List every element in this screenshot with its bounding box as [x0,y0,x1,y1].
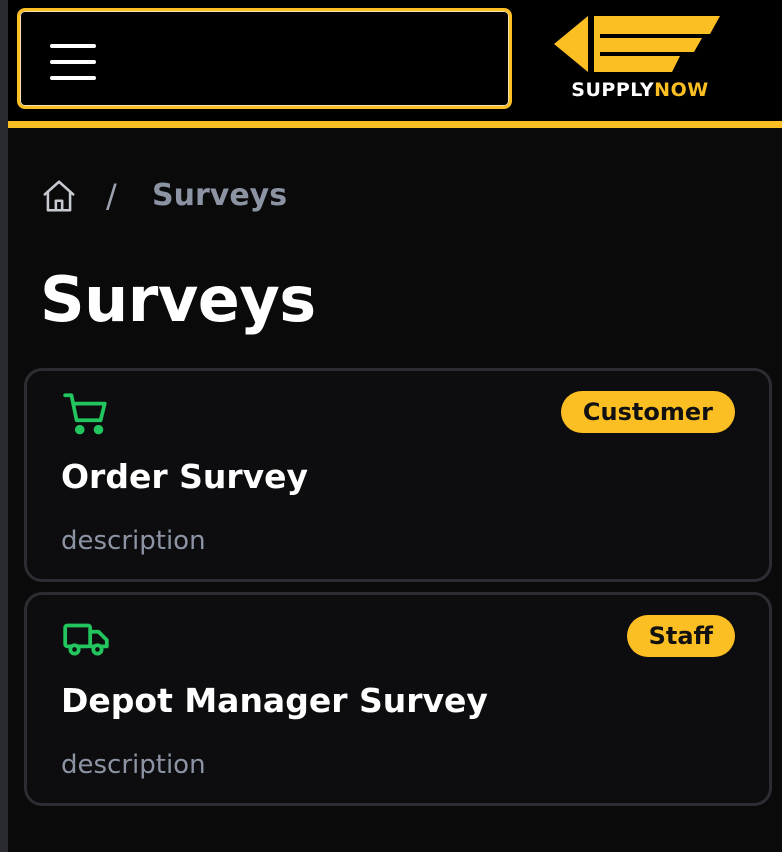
breadcrumb-separator: / [106,177,117,215]
left-edge-bar [0,0,8,852]
survey-title: Order Survey [61,457,309,496]
logo-mark-icon [554,16,720,72]
breadcrumb-current: Surveys [152,178,288,213]
survey-description: description [61,750,206,780]
survey-description: description [61,526,206,556]
hamburger-icon [50,44,96,80]
page-title: Surveys [40,263,316,336]
menu-toggle-button[interactable] [17,8,512,109]
survey-card-depot-manager[interactable]: Staff Depot Manager Survey description [24,592,772,806]
audience-badge: Staff [626,615,735,657]
survey-card-order[interactable]: Customer Order Survey description [24,368,772,582]
home-icon[interactable] [40,177,78,215]
survey-title: Depot Manager Survey [61,681,488,720]
shopping-cart-icon [63,393,107,435]
header-accent-rule [8,121,782,128]
survey-list: Customer Order Survey description Staff … [24,368,772,816]
breadcrumb: / Surveys [40,172,440,220]
truck-icon [63,623,109,656]
logo-wordmark: SUPPLYNOW [571,79,709,101]
supplynow-logo[interactable]: SUPPLYNOW [540,14,740,104]
audience-badge: Customer [560,391,735,433]
